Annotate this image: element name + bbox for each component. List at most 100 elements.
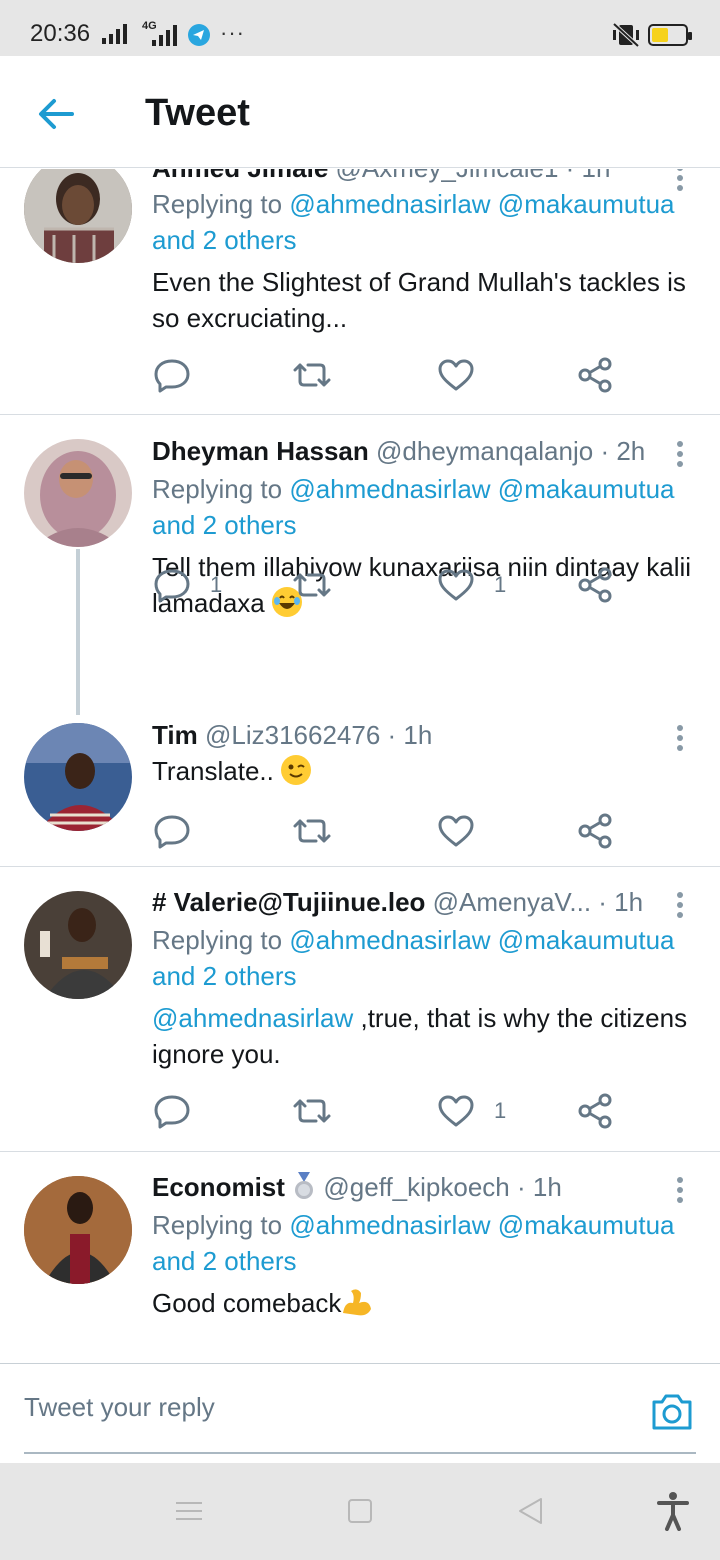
and-others-link[interactable]: and 2 others <box>152 510 297 540</box>
reply-icon <box>154 569 190 603</box>
share-button[interactable] <box>576 1091 616 1131</box>
reply-icon <box>154 1095 190 1129</box>
tweet-text: Good comeback <box>152 1285 697 1321</box>
avatar[interactable] <box>24 723 132 831</box>
tweet-header: Economist @geff_kipkoech · 1h <box>152 1172 668 1203</box>
tweet-header: Tim @Liz31662476 · 1h <box>152 720 668 751</box>
medal-emoji-icon <box>292 1172 316 1200</box>
share-icon <box>578 813 612 849</box>
tweet-time: · 1h <box>566 169 611 183</box>
avatar[interactable] <box>24 169 132 263</box>
replying-to: Replying to @ahmednasirlaw @makaumutua a… <box>152 474 675 540</box>
tweet-actions <box>152 355 672 395</box>
retweet-icon <box>293 1099 331 1123</box>
reply-icon <box>154 815 190 849</box>
tweet-item[interactable]: Ahmed Jimale @Axmey_Jimcale1 · 1h Replyi… <box>0 169 720 415</box>
reply-button[interactable] <box>152 1091 192 1131</box>
tweet-time: · 1h <box>387 720 433 750</box>
reply-button[interactable] <box>152 811 192 851</box>
share-button[interactable] <box>576 565 616 605</box>
author-name[interactable]: # Valerie@Tujiinue.leo <box>152 887 425 917</box>
share-button[interactable] <box>576 811 616 851</box>
author-name[interactable]: Economist <box>152 1172 285 1202</box>
author-name[interactable]: Ahmed Jimale <box>152 169 328 183</box>
mention-link[interactable]: @ahmednasirlaw <box>152 1003 353 1033</box>
accessibility-button[interactable] <box>656 1491 690 1536</box>
author-handle: @AmenyaV... <box>432 887 592 917</box>
and-others-link[interactable]: and 2 others <box>152 961 297 991</box>
share-button[interactable] <box>576 355 616 395</box>
author-name[interactable]: Tim <box>152 720 198 750</box>
flexed-biceps-emoji-icon <box>341 1287 373 1317</box>
retweet-button[interactable] <box>292 565 332 605</box>
tweet-text: Even the Slightest of Grand Mullah's tac… <box>152 267 686 333</box>
signal-icon <box>102 24 132 49</box>
mention-link[interactable]: @ahmednasirlaw @makaumutua <box>289 189 674 219</box>
app-header: Tweet <box>0 56 720 168</box>
tweet-actions: 1 <box>152 1091 672 1131</box>
heart-icon <box>438 1095 474 1127</box>
share-icon <box>578 567 612 603</box>
reply-button[interactable]: 1 <box>152 565 222 605</box>
tweet-item[interactable]: # Valerie@Tujiinue.leo @AmenyaV... · 1h … <box>0 867 720 1152</box>
heart-icon <box>438 359 474 391</box>
author-handle: @geff_kipkoech <box>323 1172 510 1202</box>
like-button[interactable]: 1 <box>436 1091 506 1131</box>
like-button[interactable] <box>436 355 494 395</box>
and-others-link[interactable]: and 2 others <box>152 225 297 255</box>
tweet-time: · 1h <box>598 887 644 917</box>
tweet-item[interactable]: Dheyman Hassan @dheymanqalanjo · 2h Repl… <box>0 415 720 715</box>
home-button[interactable] <box>346 1491 374 1536</box>
tweet-header: Dheyman Hassan @dheymanqalanjo · 2h <box>152 436 668 467</box>
status-bar: 20:36 4G ··· <box>0 0 720 56</box>
back-button[interactable] <box>28 86 84 142</box>
system-nav-bar <box>0 1463 720 1560</box>
tweet-text: Translate.. <box>152 753 697 789</box>
author-handle: @Axmey_Jimcale1 <box>336 169 559 183</box>
mention-link[interactable]: @ahmednasirlaw @makaumutua <box>289 1210 674 1240</box>
more-notifications-icon: ··· <box>220 20 245 45</box>
menu-button[interactable] <box>174 1491 204 1536</box>
reply-button[interactable] <box>152 355 210 395</box>
more-options-icon[interactable] <box>668 723 692 753</box>
reply-input-underline <box>24 1452 696 1454</box>
more-options-icon[interactable] <box>668 439 692 469</box>
tweet-text: @ahmednasirlaw ,true, that is why the ci… <box>152 1003 688 1069</box>
telegram-icon <box>188 24 210 46</box>
author-name[interactable]: Dheyman Hassan <box>152 436 369 466</box>
retweet-button[interactable] <box>292 811 332 851</box>
tweet-item[interactable]: Economist @geff_kipkoech · 1h Replying t… <box>0 1152 720 1363</box>
tweet-item[interactable]: Tim @Liz31662476 · 1h Translate.. <box>0 705 720 867</box>
camera-button[interactable] <box>650 1392 694 1432</box>
share-icon <box>578 357 612 393</box>
mute-vibrate-icon <box>612 22 640 52</box>
avatar[interactable] <box>24 891 132 999</box>
retweet-button[interactable] <box>292 355 332 395</box>
and-others-link[interactable]: and 2 others <box>152 1246 297 1276</box>
replies-feed[interactable]: Ahmed Jimale @Axmey_Jimcale1 · 1h Replyi… <box>0 169 720 1363</box>
more-options-icon[interactable] <box>668 890 692 920</box>
replying-to: Replying to @ahmednasirlaw @makaumutua a… <box>152 925 675 991</box>
more-options-icon[interactable] <box>668 1175 692 1205</box>
retweet-icon <box>293 819 331 843</box>
winking-emoji-icon <box>281 755 312 785</box>
like-button[interactable]: 1 <box>436 565 506 605</box>
mention-link[interactable]: @ahmednasirlaw @makaumutua <box>289 474 674 504</box>
accessibility-icon <box>657 1492 689 1531</box>
battery-icon <box>648 24 692 46</box>
like-button[interactable] <box>436 811 476 851</box>
heart-icon <box>438 815 474 847</box>
back-triangle-icon <box>519 1498 542 1524</box>
tweet-time: · 1h <box>517 1172 562 1202</box>
back-nav-button[interactable] <box>516 1491 546 1536</box>
avatar[interactable] <box>24 1176 132 1284</box>
reply-icon <box>154 359 190 393</box>
heart-icon <box>438 569 474 601</box>
retweet-button[interactable] <box>292 1091 332 1131</box>
avatar[interactable] <box>24 439 132 547</box>
reply-input[interactable]: Tweet your reply <box>24 1392 215 1423</box>
tweet-time: · 2h <box>600 436 646 466</box>
home-square-icon <box>348 1499 372 1523</box>
mention-link[interactable]: @ahmednasirlaw @makaumutua <box>289 925 674 955</box>
retweet-icon <box>293 363 331 387</box>
